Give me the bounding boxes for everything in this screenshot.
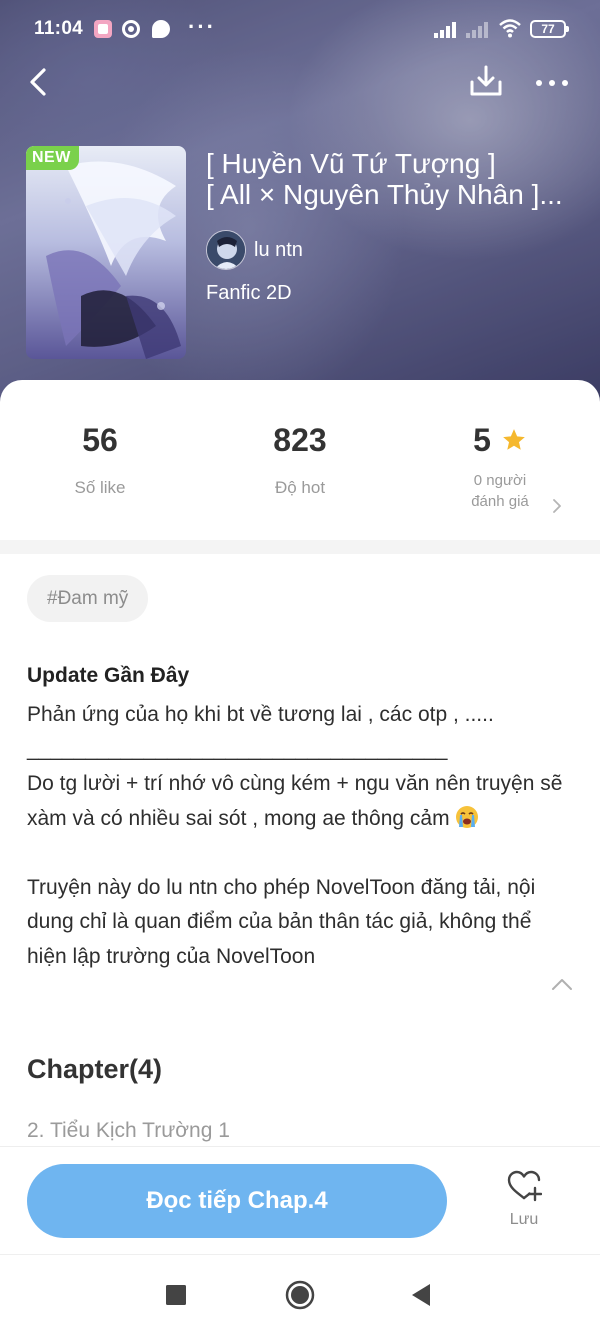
rating-label-line-1: 0 người	[473, 472, 527, 489]
recent-apps-icon[interactable]	[160, 1279, 192, 1311]
signal-icon	[434, 22, 460, 38]
book-cover[interactable]: NEW	[26, 146, 186, 359]
bottom-action-bar: Đọc tiếp Chap.4 Lưu	[0, 1146, 600, 1254]
description-line-1: Phản ứng của họ khi bt về tương lai , cá…	[27, 703, 494, 726]
signal-2-icon	[466, 22, 492, 38]
back-arrow-icon[interactable]	[20, 62, 60, 102]
tag-chip[interactable]: #Đam mỹ	[27, 575, 149, 622]
book-header: 11:04 ··· 77 NEW [Huyền Vũ Tứ Tượng] […	[0, 0, 600, 420]
heart-plus-icon	[507, 1170, 542, 1202]
stat-rating[interactable]: 5 0 người đánh giá	[400, 420, 600, 512]
home-icon[interactable]	[284, 1279, 316, 1311]
status-time: 11:04	[34, 18, 84, 39]
save-label: Lưu	[509, 1211, 539, 1228]
system-back-icon[interactable]	[406, 1279, 438, 1311]
hot-label: Độ hot	[274, 478, 326, 497]
stat-likes: 56 Số like	[0, 420, 200, 498]
download-icon[interactable]	[466, 62, 506, 102]
wifi-icon	[499, 19, 521, 38]
book-genre: Fanfic 2D	[206, 282, 292, 304]
book-title: [ Huyền Vũ Tứ Tượng ] [ All × Nguyên Thủ…	[206, 148, 586, 210]
update-title: Update Gần Đây	[27, 664, 190, 687]
hot-value: 823	[273, 422, 327, 458]
disclaimer-text: Truyện này do lu ntn cho phép NovelToon …	[27, 875, 536, 968]
chevron-right-icon[interactable]	[550, 496, 564, 516]
chapter-heading: Chapter(4)	[27, 1054, 163, 1084]
star-icon	[503, 429, 525, 450]
likes-label: Số like	[74, 478, 126, 497]
author-avatar	[206, 230, 246, 270]
chevron-up-icon[interactable]	[550, 976, 574, 992]
rating-value: 5	[473, 422, 491, 458]
author-link[interactable]: lu ntn	[206, 230, 303, 270]
likes-value: 56	[82, 422, 118, 458]
rating-count-label: 0 người đánh giá	[400, 470, 600, 512]
description-line-3-text: Do tg lười + trí nhớ vô cùng kém + ngu v…	[27, 772, 563, 830]
battery-icon: 77	[530, 20, 569, 38]
description-line-3: Do tg lười + trí nhớ vô cùng kém + ngu v…	[27, 767, 567, 836]
description-text: Phản ứng của họ khi bt về tương lai , cá…	[27, 698, 567, 974]
description-line-2: ____________________________________	[27, 737, 448, 761]
chapter-list-item[interactable]: 2. Tiểu Kịch Trường 1	[27, 1119, 230, 1143]
more-options-icon[interactable]	[532, 62, 572, 102]
cover-artwork	[26, 146, 186, 359]
rating-label-line-2: đánh giá	[471, 493, 529, 510]
more-notifications-icon: ···	[188, 14, 216, 39]
system-navigation-bar	[0, 1254, 600, 1333]
continue-reading-button[interactable]: Đọc tiếp Chap.4	[27, 1164, 447, 1238]
stat-hot: 823 Độ hot	[200, 420, 400, 498]
chat-notification-icon	[152, 20, 170, 38]
rating-row: 5	[400, 420, 600, 460]
author-name: lu ntn	[254, 238, 303, 261]
stats-row: 56 Số like 823 Độ hot 5 0 người đánh giá	[0, 420, 600, 530]
new-badge: NEW	[26, 146, 79, 170]
book-title-line-2: [ All × Nguyên Thủy Nhân ]...	[206, 179, 563, 210]
status-bar: 11:04 ··· 77	[0, 0, 600, 58]
crying-emoji-icon	[456, 805, 479, 828]
chrome-notification-icon	[122, 20, 140, 38]
section-divider	[0, 540, 600, 554]
save-button[interactable]: Lưu	[486, 1169, 562, 1239]
book-title-line-1: [ Huyền Vũ Tứ Tượng ]	[206, 148, 496, 179]
app-notification-icon	[94, 20, 112, 38]
